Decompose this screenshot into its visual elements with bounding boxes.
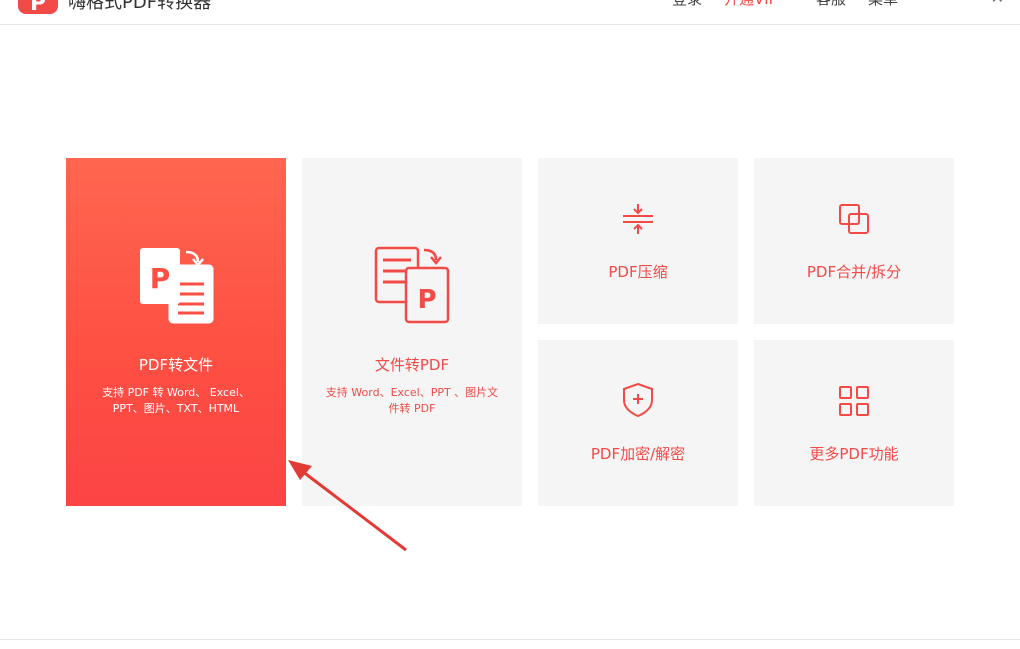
annotation-arrow-icon [288,460,407,552]
footer-divider [0,639,1020,640]
